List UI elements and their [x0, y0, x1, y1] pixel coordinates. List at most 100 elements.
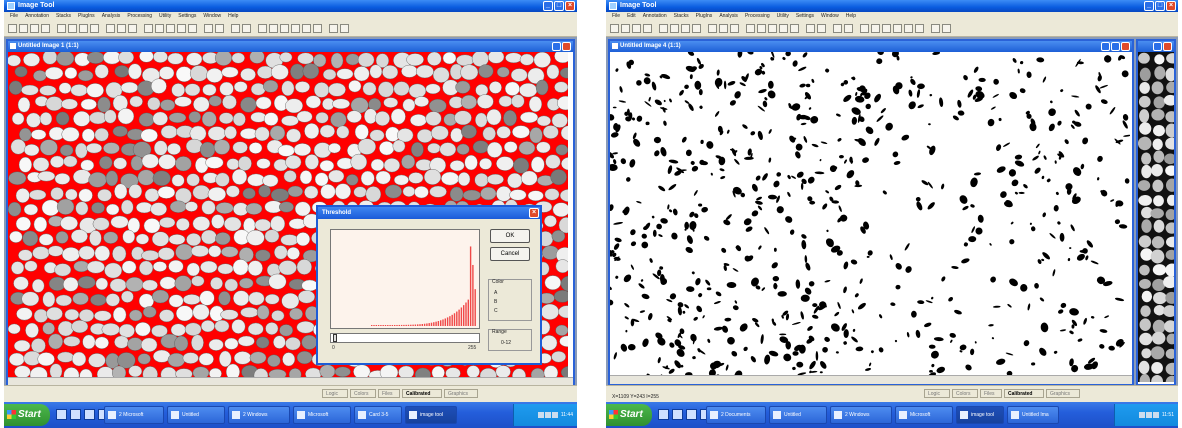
taskbar-button[interactable]: 2 Windows	[830, 406, 892, 424]
toolbar-button-icon[interactable]	[806, 24, 815, 33]
toolbar-button-icon[interactable]	[757, 24, 766, 33]
toolbar-button-icon[interactable]	[659, 24, 668, 33]
toolbar-button-icon[interactable]	[204, 24, 213, 33]
desktop-icon[interactable]	[672, 409, 683, 420]
toolbar-button-icon[interactable]	[166, 24, 175, 33]
toolbar-button-icon[interactable]	[833, 24, 842, 33]
toolbar-button-icon[interactable]	[632, 24, 641, 33]
toolbar-button-icon[interactable]	[329, 24, 338, 33]
close-button[interactable]: ×	[1166, 1, 1176, 11]
toolbar-button-icon[interactable]	[280, 24, 289, 33]
taskbar-button[interactable]: image tool	[405, 406, 457, 424]
image-minimize-button[interactable]	[552, 42, 561, 51]
menu-item[interactable]: Stacks	[674, 12, 689, 21]
menu-item[interactable]: Help	[846, 12, 856, 21]
toolbar-button-icon[interactable]	[817, 24, 826, 33]
menu-item[interactable]: Settings	[796, 12, 814, 21]
image-close-button[interactable]	[1121, 42, 1130, 51]
menu-item[interactable]: Window	[203, 12, 221, 21]
toolbar-button-icon[interactable]	[768, 24, 777, 33]
toolbar-button-icon[interactable]	[313, 24, 322, 33]
toolbar-button-icon[interactable]	[931, 24, 940, 33]
toolbar-button-icon[interactable]	[269, 24, 278, 33]
toolbar-button-icon[interactable]	[231, 24, 240, 33]
menu-item[interactable]: File	[612, 12, 620, 21]
toolbar-button-icon[interactable]	[610, 24, 619, 33]
ie-icon[interactable]	[56, 409, 67, 420]
toolbar-button-icon[interactable]	[621, 24, 630, 33]
toolbar-button-icon[interactable]	[144, 24, 153, 33]
toolbar-button-icon[interactable]	[106, 24, 115, 33]
toolbar-button-icon[interactable]	[860, 24, 869, 33]
toolbar-button-icon[interactable]	[893, 24, 902, 33]
toolbar-button-icon[interactable]	[177, 24, 186, 33]
second-close-button[interactable]	[1163, 42, 1172, 51]
toolbar-button-icon[interactable]	[291, 24, 300, 33]
toolbar-button-icon[interactable]	[8, 24, 17, 33]
binary-image[interactable]	[610, 52, 1132, 384]
cancel-button[interactable]: Cancel	[490, 247, 530, 261]
toolbar-button-icon[interactable]	[302, 24, 311, 33]
binary-image-window[interactable]: Untitled Image 4 (1:1)	[608, 39, 1134, 386]
taskbar-button[interactable]: Microsoft	[895, 406, 953, 424]
tray-icon[interactable]	[538, 411, 545, 418]
taskbar-button[interactable]: Untitled	[167, 406, 225, 424]
toolbar-button-icon[interactable]	[904, 24, 913, 33]
start-button[interactable]: Start	[606, 404, 652, 426]
toolbar-button-icon[interactable]	[41, 24, 50, 33]
tray-icon[interactable]	[1146, 411, 1153, 418]
media-icon[interactable]	[686, 409, 697, 420]
desktop-icon[interactable]	[70, 409, 81, 420]
grain-thumbnail[interactable]	[1138, 52, 1174, 384]
threshold-slider[interactable]	[330, 333, 480, 343]
menu-item[interactable]: Annotation	[25, 12, 49, 21]
start-button[interactable]: Start	[4, 404, 50, 426]
menu-item[interactable]: Stacks	[56, 12, 71, 21]
menu-item[interactable]: Settings	[178, 12, 196, 21]
image-minimize-button[interactable]	[1101, 42, 1110, 51]
taskbar-button[interactable]: image tool	[956, 406, 1004, 424]
toolbar-button-icon[interactable]	[871, 24, 880, 33]
toolbar-button-icon[interactable]	[790, 24, 799, 33]
toolbar-button-icon[interactable]	[68, 24, 77, 33]
horizontal-scrollbar[interactable]	[610, 375, 1132, 384]
toolbar-button-icon[interactable]	[844, 24, 853, 33]
menu-item[interactable]: Utility	[159, 12, 171, 21]
toolbar-button-icon[interactable]	[258, 24, 267, 33]
toolbar-button-icon[interactable]	[719, 24, 728, 33]
toolbar-button-icon[interactable]	[915, 24, 924, 33]
taskbar-button[interactable]: 2 Microsoft	[104, 406, 164, 424]
ie-icon[interactable]	[658, 409, 669, 420]
second-image-window[interactable]	[1136, 39, 1176, 386]
toolbar-button-icon[interactable]	[90, 24, 99, 33]
taskbar-button[interactable]: Untitled Ima	[1007, 406, 1059, 424]
toolbar-button-icon[interactable]	[692, 24, 701, 33]
toolbar-button-icon[interactable]	[79, 24, 88, 33]
toolbar-button-icon[interactable]	[746, 24, 755, 33]
tray-icon[interactable]	[545, 411, 552, 418]
media-icon[interactable]	[84, 409, 95, 420]
toolbar-button-icon[interactable]	[215, 24, 224, 33]
second-minimize-button[interactable]	[1153, 42, 1162, 51]
menu-item[interactable]: Window	[821, 12, 839, 21]
menu-item[interactable]: Analysis	[719, 12, 738, 21]
ok-button[interactable]: OK	[490, 229, 530, 243]
minimize-button[interactable]: _	[1144, 1, 1154, 11]
toolbar-button-icon[interactable]	[188, 24, 197, 33]
toolbar-button-icon[interactable]	[340, 24, 349, 33]
menu-item[interactable]: PlugIns	[78, 12, 95, 21]
tray-icon[interactable]	[1153, 411, 1160, 418]
image-maximize-button[interactable]	[1111, 42, 1120, 51]
taskbar-button[interactable]: 2 Windows	[228, 406, 290, 424]
menu-item[interactable]: Processing	[127, 12, 152, 21]
image-close-button[interactable]	[562, 42, 571, 51]
toolbar-button-icon[interactable]	[779, 24, 788, 33]
toolbar-button-icon[interactable]	[942, 24, 951, 33]
toolbar-button-icon[interactable]	[19, 24, 28, 33]
menu-item[interactable]: Help	[228, 12, 238, 21]
threshold-close-button[interactable]: ×	[529, 208, 539, 218]
toolbar-button-icon[interactable]	[30, 24, 39, 33]
toolbar-button-icon[interactable]	[708, 24, 717, 33]
maximize-button[interactable]: □	[1155, 1, 1165, 11]
toolbar-button-icon[interactable]	[730, 24, 739, 33]
